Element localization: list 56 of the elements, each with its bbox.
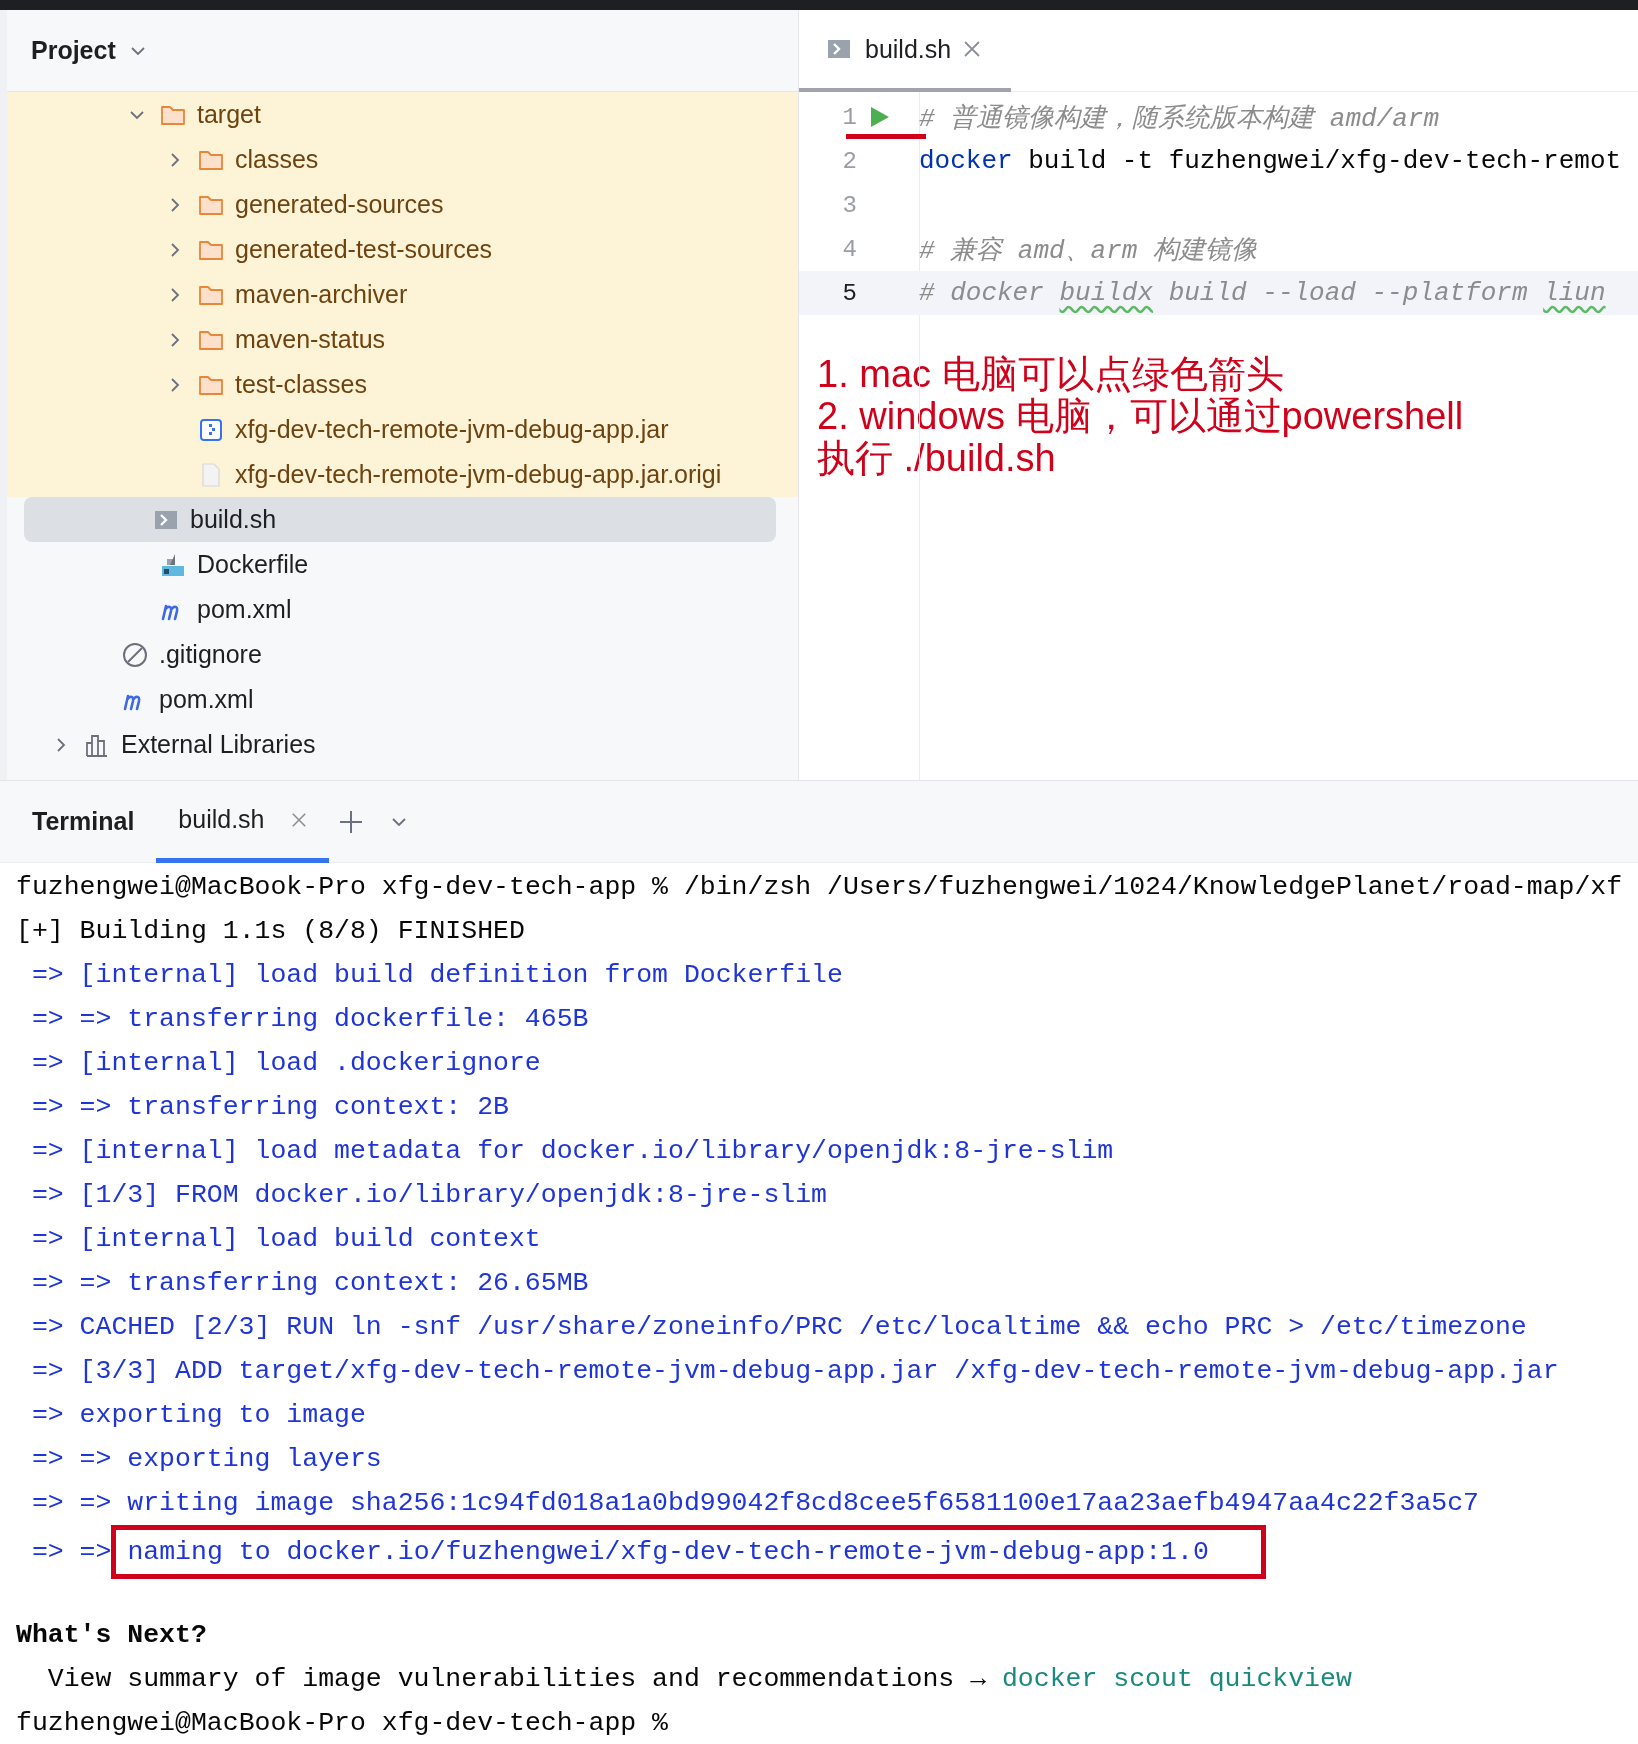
panel-title[interactable]: Terminal [32, 807, 135, 836]
tree-item[interactable]: classes [7, 137, 798, 182]
line-number: 1 [841, 103, 857, 131]
tree-item[interactable]: maven-status [7, 317, 798, 362]
output-line: fuzhengwei@MacBook-Pro xfg-dev-tech-app % /bin/zsh /Users/fuzhengwei/1024/KnowledgePlanet/road-map/xf [16, 871, 1623, 904]
code-line: docker build -t fuzhengwei/xfg-dev-tech-remot [919, 146, 1622, 176]
output-line: [+] Building 1.1s (8/8) FINISHED [16, 915, 525, 948]
add-icon[interactable] [338, 809, 363, 834]
output-heading: What's Next? [16, 1619, 207, 1652]
output-line: => [3/3] ADD target/xfg-dev-tech-remote-jvm-debug-app.jar /xfg-dev-tech-remote-jvm-debug-app.jar [30, 1355, 1559, 1388]
output-line: => exporting to image [30, 1399, 366, 1432]
output-line: => [1/3] FROM docker.io/library/openjdk:8-jre-slim [30, 1179, 828, 1212]
code-line: # 兼容 amd、arm 构建镜像 [919, 234, 1258, 267]
annotation-line: 1. mac 电脑可以点绿色箭头 [817, 353, 1284, 395]
line-number: 4 [841, 235, 857, 263]
output-line: => => transferring dockerfile: 465B [30, 1003, 589, 1036]
tree-item[interactable]: Dockerfile [7, 542, 798, 587]
line-number: 5 [841, 279, 857, 307]
code-line: # 普通镜像构建，随系统版本构建 amd/arm [919, 102, 1440, 135]
output-line: => => writing image sha256:1c94fd018a1a0bd99042f8cd8cee5f6581100e17aa23aefb4947aa4c22f3a5c7 [30, 1487, 1480, 1520]
close-icon[interactable] [963, 40, 982, 58]
line-number: 2 [841, 147, 857, 175]
annotation-line: 2. windows 电脑，可以通过powershell [817, 395, 1464, 437]
output-line: => => transferring context: 2B [30, 1091, 509, 1124]
tree-item[interactable]: .gitignore [7, 632, 798, 677]
tree-item[interactable]: External Libraries [7, 722, 798, 767]
output-line: => [internal] load build context [30, 1223, 541, 1256]
command-link[interactable]: docker scout quickview [1001, 1664, 1352, 1694]
tree-item[interactable]: pom.xml [7, 677, 798, 722]
tree-item[interactable]: pom.xml [7, 587, 798, 632]
output-line: View summary of image vulnerabilities and recommendations → [47, 1664, 988, 1694]
terminal-tab[interactable]: build.sh [156, 781, 329, 863]
tree-item[interactable]: generated-sources [7, 182, 798, 227]
line-number: 3 [841, 191, 857, 219]
editor-tab[interactable]: build.sh [799, 10, 1012, 92]
tree-item[interactable]: xfg-dev-tech-remote-jvm-debug-app.jar.origi [7, 452, 798, 497]
close-icon[interactable] [290, 811, 307, 828]
annotation-line: 执行 ./build.sh [817, 437, 1056, 479]
output-line: => => exporting layers [30, 1443, 382, 1476]
output-line: => => transferring context: 26.65MB [30, 1267, 589, 1300]
output-line: => [internal] load metadata for docker.io/library/openjdk:8-jre-slim [30, 1135, 1114, 1168]
output-line: => CACHED [2/3] RUN ln -snf /usr/share/zoneinfo/PRC /etc/localtime && echo PRC > /etc/timezone [30, 1311, 1527, 1344]
output-line: => => [31, 1536, 112, 1569]
tree-item[interactable]: test-classes [7, 362, 798, 407]
tree-item[interactable]: xfg-dev-tech-remote-jvm-debug-app.jar [7, 407, 798, 452]
blocked-icon [121, 640, 149, 669]
panel-title[interactable]: Project [31, 36, 116, 65]
run-icon[interactable] [869, 105, 891, 129]
tree-item[interactable]: maven-archiver [7, 272, 798, 317]
tree-item[interactable]: generated-test-sources [7, 227, 798, 272]
tree-item[interactable]: target [7, 92, 798, 137]
tree-item[interactable]: build.sh [24, 497, 776, 542]
code-line: # docker buildx build --load --platform liun [919, 278, 1606, 308]
output-line: fuzhengwei@MacBook-Pro xfg-dev-tech-app % [16, 1707, 668, 1740]
output-line: => [internal] load build definition from Dockerfile [30, 959, 843, 992]
output-line: => [internal] load .dockerignore [30, 1047, 541, 1080]
